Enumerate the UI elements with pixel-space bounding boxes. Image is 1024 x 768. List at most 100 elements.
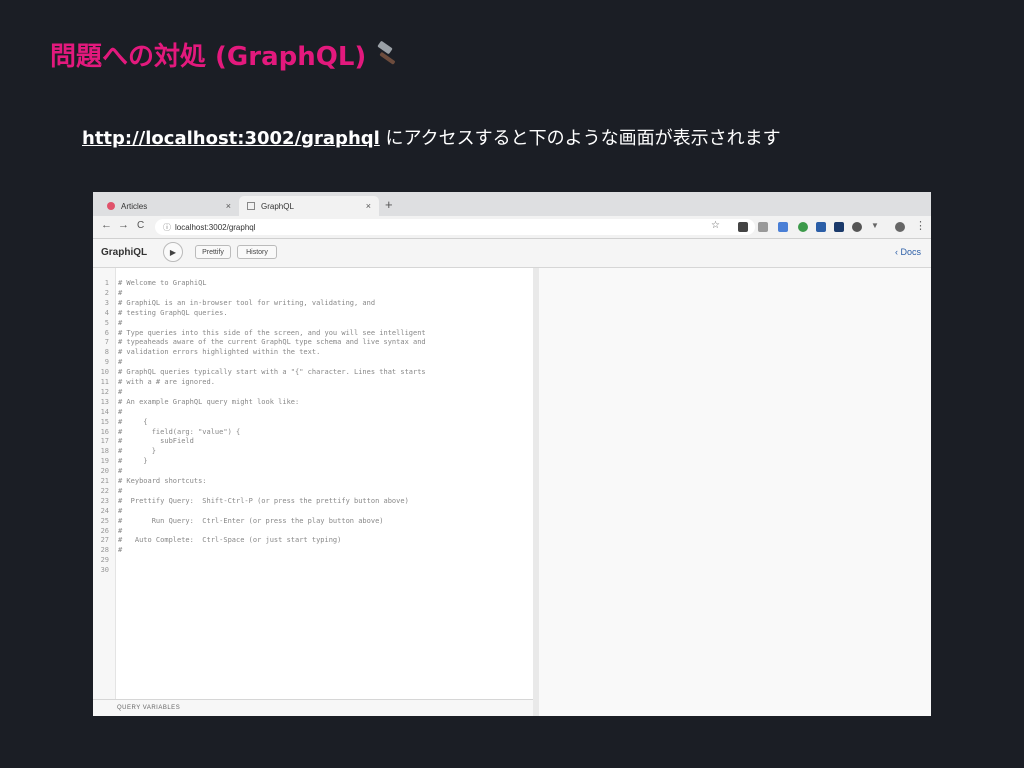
extension-icon[interactable]: [834, 222, 844, 232]
line-number: 14: [100, 407, 109, 416]
extension-icon[interactable]: [852, 222, 862, 232]
extension-icon[interactable]: [738, 222, 748, 232]
line-number: 10: [100, 368, 109, 377]
line-number: 11: [100, 378, 109, 386]
subtitle-text: にアクセスすると下のような画面が表示されます: [379, 128, 781, 149]
code-text: # Type queries into this side of the scr…: [118, 328, 426, 337]
code-text: # Auto Complete: Ctrl-Space (or just sta…: [118, 536, 342, 545]
history-button[interactable]: History: [237, 245, 277, 259]
code-text: #: [118, 546, 123, 555]
code-text: #: [118, 486, 123, 495]
code-text: # validation errors highlighted within t…: [118, 348, 321, 357]
docs-button[interactable]: ‹ Docs: [895, 247, 921, 257]
code-text: # Welcome to GraphiQL: [118, 279, 207, 287]
articles-favicon-icon: [107, 202, 115, 210]
line-number: 8: [104, 348, 109, 357]
line-number: 4: [104, 308, 109, 317]
code-text: #: [118, 288, 123, 297]
extension-icon[interactable]: [816, 222, 826, 232]
menu-icon[interactable]: ⋮: [915, 219, 926, 232]
subtitle-url: http://localhost:3002/graphql: [82, 128, 380, 149]
line-number: 15: [100, 417, 109, 426]
code-text: # }: [118, 457, 148, 466]
code-text: # Keyboard shortcuts:: [118, 477, 207, 485]
code-text: # typeaheads aware of the current GraphQ…: [118, 338, 426, 347]
code-text: # GraphQL queries typically start with a…: [118, 368, 426, 377]
back-arrow-icon[interactable]: ←: [101, 219, 112, 231]
reload-icon[interactable]: C: [137, 220, 144, 231]
line-number: 29: [100, 556, 109, 565]
slide-title-text: 問題への対処 (GraphQL): [50, 42, 367, 72]
dropdown-icon[interactable]: ▼: [871, 221, 879, 230]
code-text: # subField: [118, 437, 194, 446]
code-text: # Prettify Query: Shift-Ctrl-P (or press…: [118, 496, 409, 505]
address-bar: ← → C ⓘ localhost:3002/graphql ☆ ▼ ⋮: [93, 216, 931, 239]
code-text: # GraphiQL is an in-browser tool for wri…: [118, 298, 376, 307]
translate-icon[interactable]: [778, 222, 788, 232]
close-icon[interactable]: ×: [226, 201, 231, 211]
result-pane: [539, 268, 931, 716]
line-number: 9: [104, 358, 109, 367]
info-icon: ⓘ: [163, 222, 171, 232]
close-icon[interactable]: ×: [366, 201, 371, 211]
line-number: 24: [100, 506, 109, 515]
line-number: 3: [104, 298, 109, 307]
hammer-icon: [372, 39, 402, 76]
prettify-button[interactable]: Prettify: [195, 245, 231, 259]
code-text: #: [118, 387, 123, 396]
tab-graphql[interactable]: GraphQL ×: [239, 196, 379, 216]
tab-bar: Articles × GraphQL × +: [93, 192, 931, 216]
line-number: 22: [100, 486, 109, 495]
code-text: # An example GraphQL query might look li…: [118, 397, 300, 406]
line-number: 20: [100, 467, 109, 476]
line-number: 19: [100, 457, 109, 466]
extension-icon[interactable]: [798, 222, 808, 232]
line-number: 23: [100, 496, 109, 505]
document-favicon-icon: [247, 202, 255, 210]
code-text: # field(arg: "value") {: [118, 427, 241, 436]
query-variables-title[interactable]: QUERY VARIABLES: [93, 699, 533, 716]
url-input[interactable]: ⓘ localhost:3002/graphql: [155, 219, 755, 235]
slide-subtitle: http://localhost:3002/graphql にアクセスすると下の…: [82, 124, 781, 150]
line-number: 12: [100, 387, 109, 396]
line-number: 26: [100, 526, 109, 535]
line-number: 6: [104, 328, 109, 337]
profile-avatar-icon[interactable]: [895, 222, 905, 232]
line-number: 25: [100, 516, 109, 525]
code-text: #: [118, 407, 123, 416]
code-text: # {: [118, 417, 148, 426]
line-number: 1: [104, 279, 109, 287]
tab-articles[interactable]: Articles ×: [99, 196, 239, 216]
code-text: #: [118, 506, 123, 515]
line-number: 13: [100, 397, 109, 406]
code-text: # Run Query: Ctrl-Enter (or press the pl…: [118, 516, 384, 525]
play-button[interactable]: ▶: [163, 242, 183, 262]
code-text: # with a # are ignored.: [118, 378, 215, 386]
tab-label: GraphQL: [261, 201, 294, 211]
line-number: 18: [100, 447, 109, 456]
code-text: #: [118, 467, 123, 476]
line-number: 16: [100, 427, 109, 436]
code-text: #: [118, 318, 123, 327]
line-number: 27: [100, 536, 109, 545]
bookmark-star-icon[interactable]: ☆: [711, 220, 720, 231]
line-number: 17: [100, 437, 109, 446]
url-text: localhost:3002/graphql: [175, 222, 256, 232]
code-text: # testing GraphQL queries.: [118, 308, 228, 317]
line-number: 2: [104, 288, 109, 297]
new-tab-button[interactable]: +: [385, 197, 393, 212]
line-number: 21: [100, 477, 109, 485]
browser-window: Articles × GraphQL × + ← → C ⓘ localhost…: [93, 192, 931, 716]
slide-title: 問題への対処 (GraphQL): [50, 36, 402, 76]
code-text: #: [118, 358, 123, 367]
line-number: 7: [104, 338, 109, 347]
code-text: #: [118, 526, 123, 535]
tab-label: Articles: [121, 201, 148, 211]
line-number: 28: [100, 546, 109, 555]
line-number: 30: [100, 566, 109, 575]
query-editor[interactable]: 1 # Welcome to GraphiQL 2 #3 # GraphiQL is a…: [93, 268, 533, 699]
extension-icon[interactable]: [758, 222, 768, 232]
docs-label: Docs: [900, 247, 921, 257]
forward-arrow-icon[interactable]: →: [118, 219, 129, 231]
graphiql-logo: GraphiQL: [101, 247, 148, 258]
